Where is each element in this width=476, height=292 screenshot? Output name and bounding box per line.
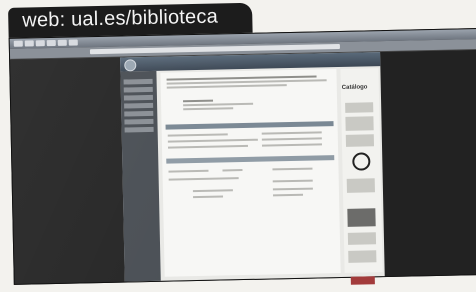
nav-item[interactable] xyxy=(123,86,153,93)
right-sidebar: Catálogo xyxy=(340,68,383,285)
text-line xyxy=(222,169,243,172)
toolbar-button[interactable] xyxy=(57,39,67,46)
toolbar-button[interactable] xyxy=(35,40,45,47)
text-line xyxy=(192,189,233,193)
sidebar-banner[interactable] xyxy=(345,134,375,147)
text-line xyxy=(166,84,287,89)
sidebar-banner[interactable] xyxy=(348,250,377,263)
nav-item[interactable] xyxy=(124,110,154,117)
nav-item[interactable] xyxy=(123,78,153,85)
nav-item[interactable] xyxy=(124,126,154,133)
address-bar[interactable] xyxy=(89,43,340,55)
clipping-card: web: ual.es/biblioteca Catálogo xyxy=(4,0,476,286)
toolbar-button[interactable] xyxy=(46,39,56,47)
text-line xyxy=(272,167,313,171)
nav-item[interactable] xyxy=(123,94,153,101)
viewport-left-margin xyxy=(10,57,125,284)
text-line xyxy=(272,179,313,183)
main-content xyxy=(160,69,341,277)
sidebar-label[interactable]: Catálogo xyxy=(342,84,368,91)
browser-viewport: Catálogo xyxy=(10,50,476,285)
text-line xyxy=(167,133,228,137)
text-line xyxy=(261,137,322,141)
monitor-screen: Catálogo xyxy=(8,28,476,285)
ring-logo-icon[interactable] xyxy=(352,152,371,171)
toolbar-button[interactable] xyxy=(68,39,78,46)
section-bar xyxy=(166,155,335,164)
text-line xyxy=(273,193,304,197)
browser-toolbar-buttons xyxy=(13,39,84,47)
viewport-right-margin xyxy=(380,50,476,277)
library-website: Catálogo xyxy=(120,52,385,285)
text-line xyxy=(167,144,249,149)
toolbar-button[interactable] xyxy=(13,40,23,47)
nav-item[interactable] xyxy=(124,102,154,109)
sidebar-banner[interactable] xyxy=(345,116,374,131)
university-logo-icon[interactable] xyxy=(124,59,137,72)
text-line xyxy=(183,107,234,111)
text-line xyxy=(261,143,322,147)
text-line xyxy=(183,102,254,107)
sidebar-banner[interactable] xyxy=(345,102,374,113)
text-line xyxy=(261,131,322,135)
text-line xyxy=(183,99,214,103)
text-line xyxy=(168,169,209,173)
text-line xyxy=(193,195,224,199)
sidebar-banner[interactable] xyxy=(347,208,376,227)
text-line xyxy=(272,187,313,191)
section-bar xyxy=(165,121,334,130)
nav-item[interactable] xyxy=(124,118,154,125)
text-line xyxy=(167,138,258,143)
text-line xyxy=(168,177,239,181)
toolbar-button[interactable] xyxy=(24,40,34,47)
caption-text: web: ual.es/biblioteca xyxy=(22,5,219,32)
sidebar-banner[interactable] xyxy=(347,232,377,245)
sidebar-banner[interactable] xyxy=(346,178,375,193)
site-navigation xyxy=(120,70,161,282)
